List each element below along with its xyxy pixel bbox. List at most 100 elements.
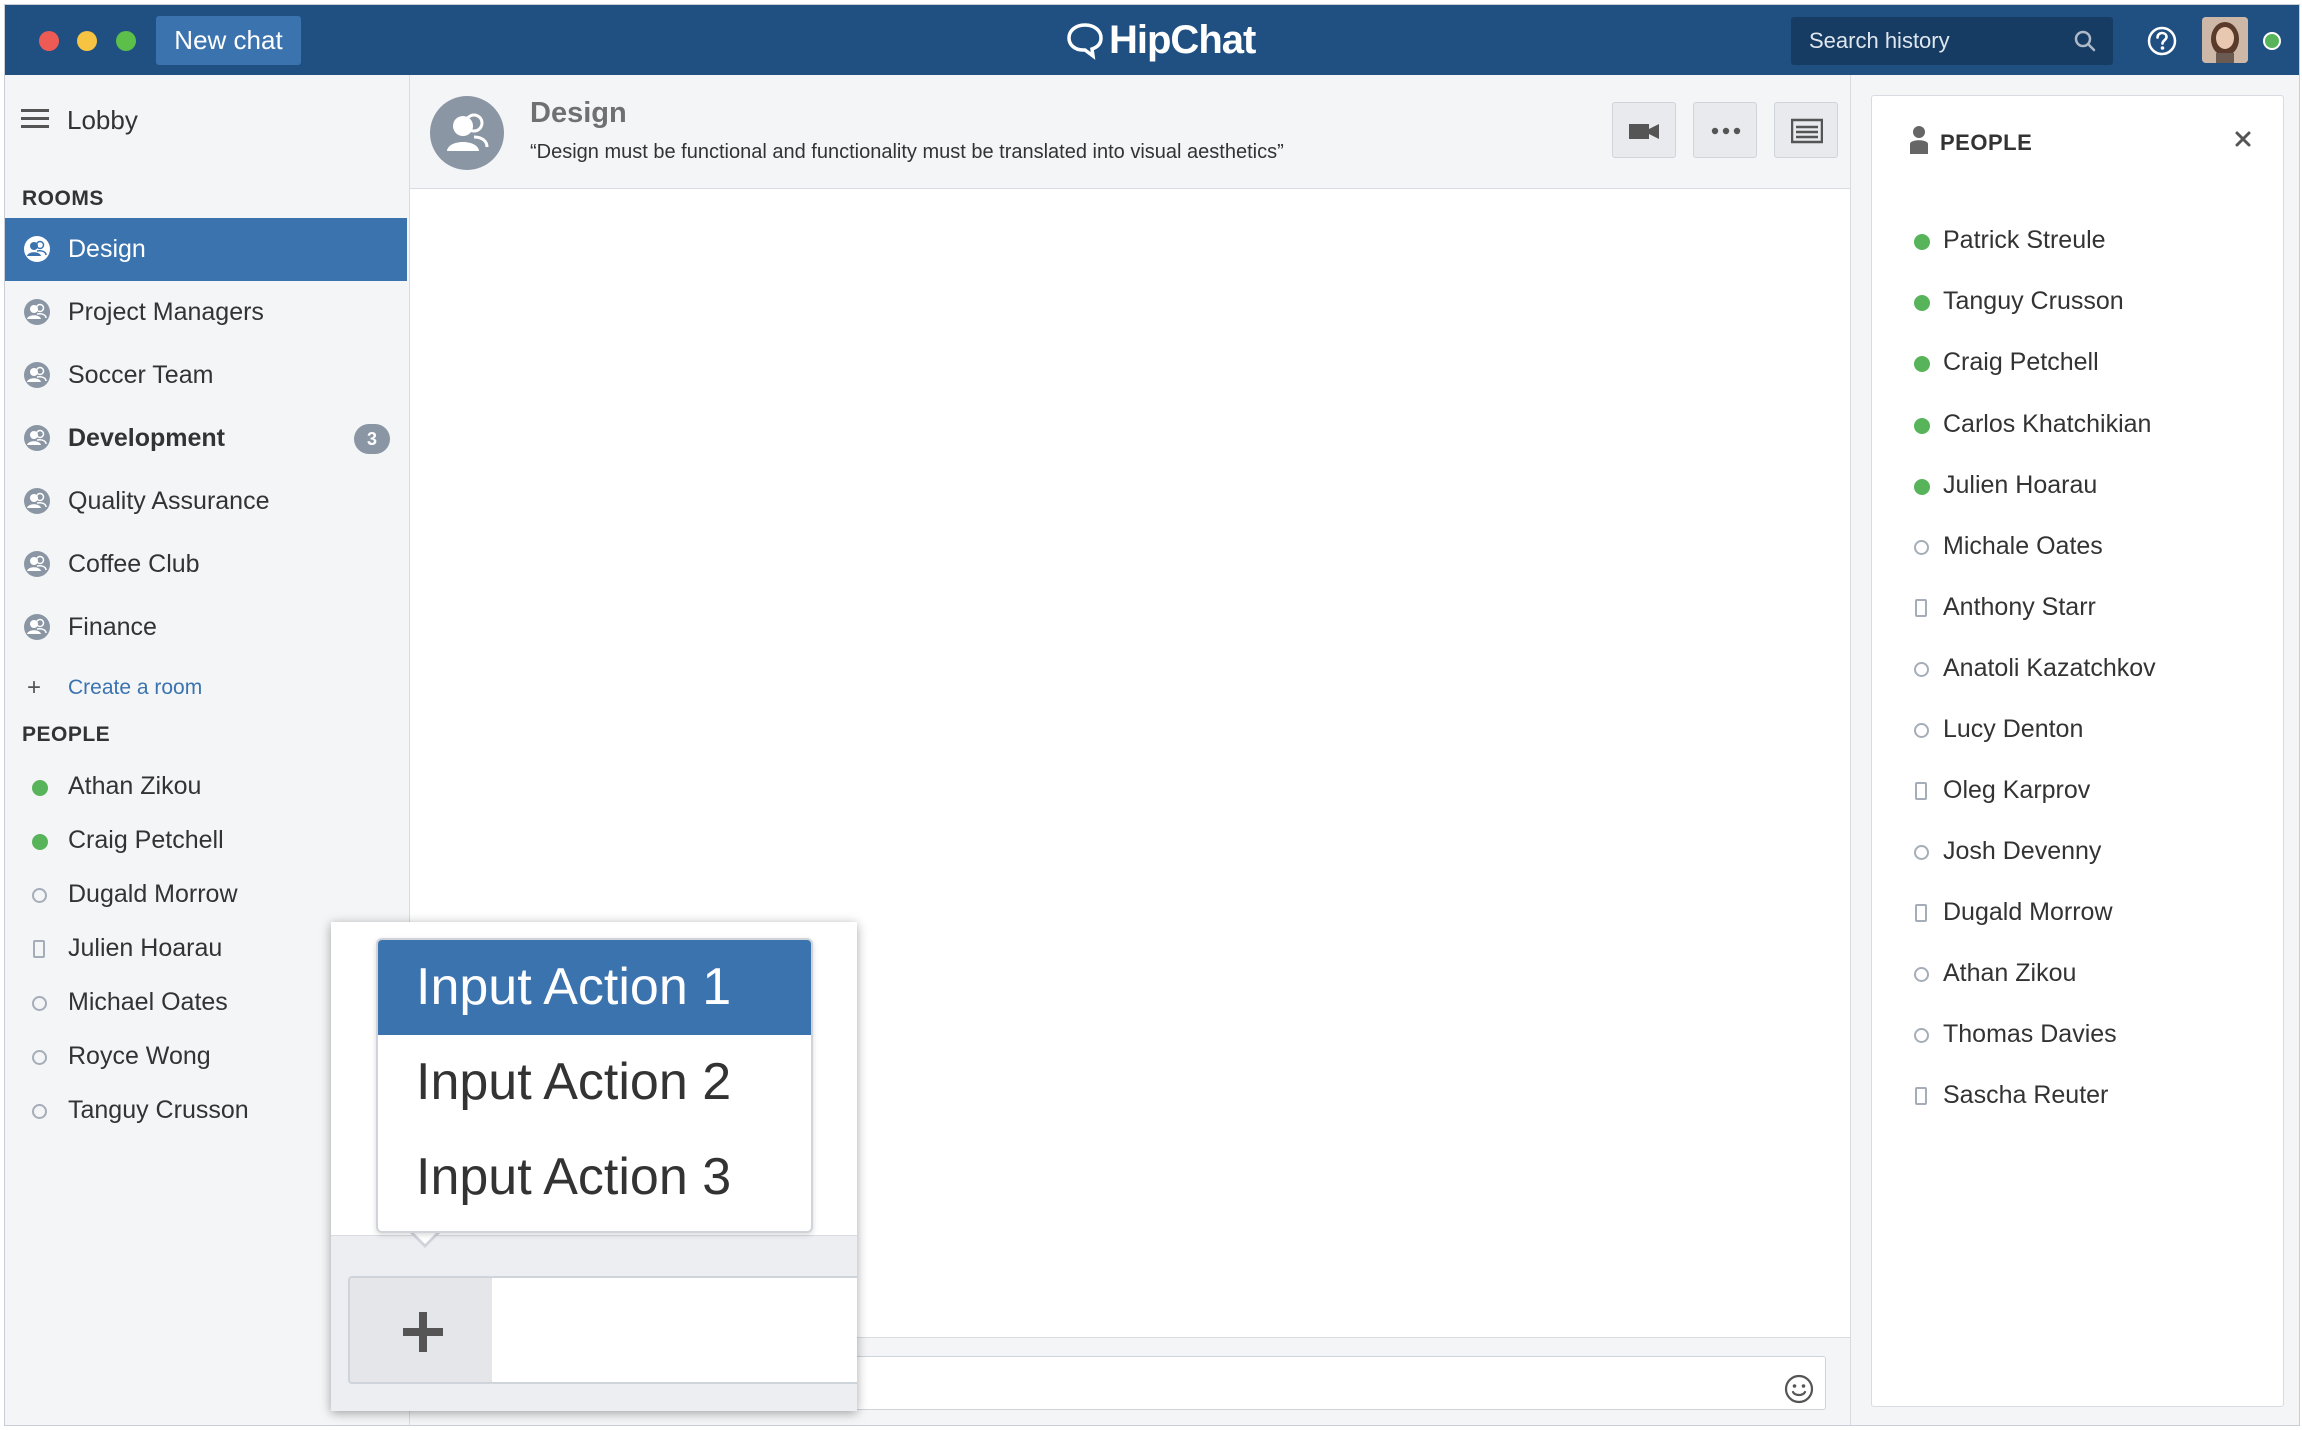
input-action-item[interactable]: Input Action 1 <box>378 940 811 1035</box>
search-input[interactable] <box>1791 17 2061 65</box>
person-name: Royce Wong <box>68 1042 211 1070</box>
hipchat-logo-icon <box>1067 23 1103 60</box>
roster-person[interactable]: Oleg Karprov <box>1872 767 2272 817</box>
input-action-item[interactable]: Input Action 3 <box>378 1130 811 1225</box>
new-chat-button[interactable]: New chat <box>156 16 301 65</box>
roster-person[interactable]: Tanguy Crusson <box>1872 278 2272 328</box>
mobile-status-icon <box>1915 782 1927 800</box>
help-icon[interactable] <box>2147 26 2177 56</box>
person-name: Anthony Starr <box>1943 593 2096 621</box>
room-people-icon <box>24 425 50 451</box>
hamburger-menu-icon[interactable] <box>21 107 51 131</box>
rooms-heading: ROOMS <box>22 187 104 210</box>
roster-person[interactable]: Anthony Starr <box>1872 584 2272 634</box>
user-status-online-icon[interactable] <box>2263 32 2281 50</box>
person-name: Lucy Denton <box>1943 715 2084 743</box>
mobile-status-icon <box>1915 599 1927 617</box>
room-label: Soccer Team <box>68 361 214 389</box>
zoomed-message-input[interactable] <box>492 1276 857 1384</box>
roster-person[interactable]: Athan Zikou <box>1872 950 2272 1000</box>
window-zoom-button[interactable] <box>116 31 136 51</box>
roster-person[interactable]: Lucy Denton <box>1872 706 2272 756</box>
roster-person[interactable]: Carlos Khatchikian <box>1872 401 2272 451</box>
room-item-finance[interactable]: Finance <box>5 596 407 659</box>
offline-status-icon <box>32 1104 47 1119</box>
input-actions-menu: Input Action 1 Input Action 2 Input Acti… <box>376 938 813 1233</box>
room-item-development[interactable]: Development 3 <box>5 407 407 470</box>
plus-icon: + <box>27 674 42 701</box>
online-status-icon <box>32 834 48 850</box>
window-minimize-button[interactable] <box>77 31 97 51</box>
sidebar-person[interactable]: Craig Petchell <box>5 814 405 868</box>
person-icon <box>1910 126 1928 154</box>
roster-person[interactable]: Dugald Morrow <box>1872 889 2272 939</box>
person-name: Craig Petchell <box>1943 348 2099 376</box>
room-item-quality-assurance[interactable]: Quality Assurance <box>5 470 407 533</box>
offline-status-icon <box>1914 723 1929 738</box>
person-name: Athan Zikou <box>68 772 202 800</box>
room-people-icon <box>447 113 489 151</box>
mobile-status-icon <box>1915 1087 1927 1105</box>
room-people-icon <box>24 614 50 640</box>
window-close-button[interactable] <box>39 31 59 51</box>
online-status-icon <box>1914 479 1930 495</box>
person-name: Dugald Morrow <box>68 880 238 908</box>
offline-status-icon <box>1914 662 1929 677</box>
room-item-soccer-team[interactable]: Soccer Team <box>5 344 407 407</box>
roster-person[interactable]: Anatoli Kazatchkov <box>1872 645 2272 695</box>
person-name: Michale Oates <box>1943 532 2103 560</box>
person-name: Julien Hoarau <box>1943 471 2098 499</box>
online-status-icon <box>1914 295 1930 311</box>
room-title: Design <box>530 97 627 129</box>
roster-person[interactable]: Craig Petchell <box>1872 339 2272 389</box>
input-actions-zoom: Input Action 1 Input Action 2 Input Acti… <box>331 922 857 1411</box>
roster-person[interactable]: Michale Oates <box>1872 523 2272 573</box>
room-header: Design “Design must be functional and fu… <box>410 75 1850 189</box>
online-status-icon <box>1914 234 1930 250</box>
input-action-item[interactable]: Input Action 2 <box>378 1035 811 1130</box>
room-label: Coffee Club <box>68 550 200 578</box>
hipchat-logo: HipChat <box>1065 15 1256 65</box>
app-window: New chat HipChat Search history Lobby RO… <box>4 4 2300 1426</box>
user-avatar[interactable] <box>2202 17 2248 63</box>
unread-count-badge: 3 <box>354 423 390 454</box>
room-label: Development <box>68 424 225 452</box>
add-action-button[interactable] <box>348 1276 494 1384</box>
room-item-project-managers[interactable]: Project Managers <box>5 281 407 344</box>
more-dots-icon <box>1711 127 1741 135</box>
roster-person[interactable]: Sascha Reuter <box>1872 1072 2272 1122</box>
room-item-design[interactable]: Design <box>5 218 407 281</box>
close-icon[interactable] <box>2230 126 2256 152</box>
lobby-link[interactable]: Lobby <box>5 97 410 141</box>
person-name: Athan Zikou <box>1943 959 2077 987</box>
toggle-sidebar-button[interactable] <box>1774 102 1838 158</box>
room-label: Quality Assurance <box>68 487 270 515</box>
person-name: Carlos Khatchikian <box>1943 410 2152 438</box>
smiley-icon[interactable] <box>1784 1374 1814 1404</box>
room-item-coffee-club[interactable]: Coffee Club <box>5 533 407 596</box>
roster-person[interactable]: Patrick Streule <box>1872 217 2272 267</box>
person-name: Josh Devenny <box>1943 837 2102 865</box>
person-name: Thomas Davies <box>1943 1020 2117 1048</box>
person-name: Dugald Morrow <box>1943 898 2113 926</box>
room-people-icon <box>24 236 50 262</box>
video-camera-icon <box>1629 124 1659 139</box>
sidebar-person[interactable]: Athan Zikou <box>5 760 405 814</box>
roster-person[interactable]: Julien Hoarau <box>1872 462 2272 512</box>
online-status-icon <box>32 780 48 796</box>
person-name: Tanguy Crusson <box>68 1096 249 1124</box>
roster-person[interactable]: Thomas Davies <box>1872 1011 2272 1061</box>
create-room-link[interactable]: + Create a room <box>27 670 202 706</box>
list-icon <box>1791 118 1823 144</box>
more-options-button[interactable] <box>1693 102 1757 158</box>
video-call-button[interactable] <box>1612 102 1676 158</box>
offline-status-icon <box>1914 540 1929 555</box>
person-name: Tanguy Crusson <box>1943 287 2124 315</box>
sidebar-person[interactable]: Dugald Morrow <box>5 868 405 922</box>
room-people-icon <box>24 362 50 388</box>
search-history[interactable] <box>1791 17 2113 65</box>
logo-text: HipChat <box>1109 17 1256 62</box>
roster-person[interactable]: Josh Devenny <box>1872 828 2272 878</box>
search-icon[interactable] <box>2073 29 2097 53</box>
mobile-status-icon <box>33 940 45 958</box>
